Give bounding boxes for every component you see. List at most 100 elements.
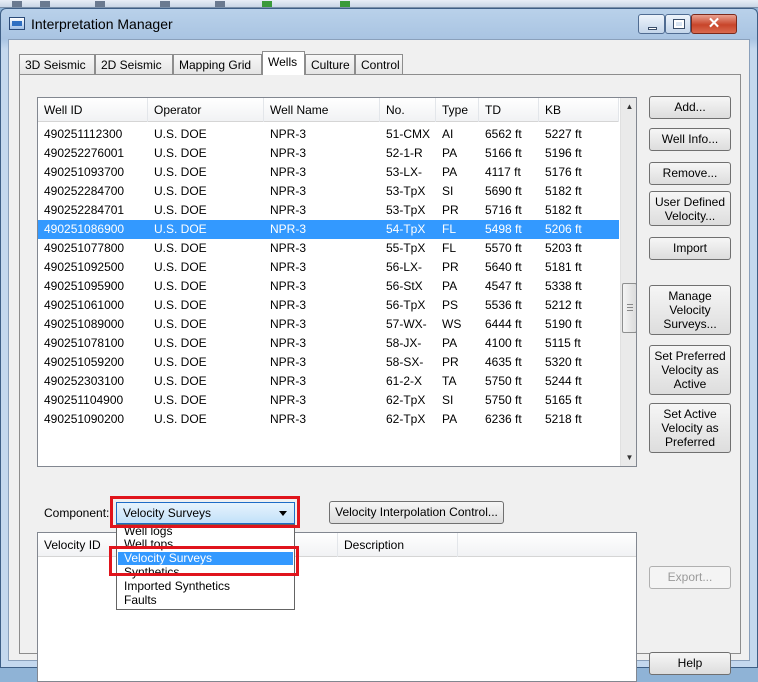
cell-kb: 5244 ft <box>545 374 582 388</box>
component-dropdown-list[interactable]: Well logs Well tops Velocity Surveys Syn… <box>116 524 295 610</box>
wells-list-view[interactable]: Well ID Operator Well Name No. Type TD K… <box>37 97 637 467</box>
cell-td: 5640 ft <box>485 260 522 274</box>
option-imported-synthetics[interactable]: Imported Synthetics <box>118 580 293 593</box>
maximize-button[interactable] <box>665 14 691 34</box>
close-button[interactable]: ✕ <box>691 14 737 34</box>
table-row[interactable]: 490251095900 U.S. DOE NPR-3 56-StX PA 4547 ft… <box>38 277 619 296</box>
cell-td: 4547 ft <box>485 279 522 293</box>
cell-well-id: 490251092500 <box>44 260 125 274</box>
scroll-down-icon[interactable]: ▼ <box>621 449 636 466</box>
cell-type: PA <box>442 336 458 350</box>
import-button[interactable]: Import <box>649 237 731 260</box>
cell-operator: U.S. DOE <box>154 203 207 217</box>
button-line: Velocity as <box>661 363 719 377</box>
table-row[interactable]: 490251089000 U.S. DOE NPR-3 57-WX- WS 6444 ft… <box>38 315 619 334</box>
cell-well-name: NPR-3 <box>270 260 307 274</box>
column-header-type[interactable]: Type <box>436 98 479 122</box>
cell-type: PR <box>442 355 459 369</box>
table-row[interactable]: 490251104900 U.S. DOE NPR-3 62-TpX SI 5750 ft… <box>38 391 619 410</box>
column-header-well-id[interactable]: Well ID <box>38 98 148 122</box>
set-preferred-velocity-as-active-button[interactable]: Set Preferred Velocity as Active <box>649 345 731 395</box>
tab-3d-seismic[interactable]: 3D Seismic <box>19 54 95 74</box>
tab-mapping-grid[interactable]: Mapping Grid <box>173 54 262 74</box>
cell-td: 4117 ft <box>485 165 521 179</box>
cell-operator: U.S. DOE <box>154 393 207 407</box>
cell-kb: 5182 ft <box>545 184 582 198</box>
table-row[interactable]: 490251093700 U.S. DOE NPR-3 53-LX- PA 4117 ft… <box>38 163 619 182</box>
cell-operator: U.S. DOE <box>154 241 207 255</box>
chevron-down-icon[interactable] <box>279 511 287 516</box>
tab-culture[interactable]: Culture <box>305 54 355 74</box>
manage-velocity-surveys-button[interactable]: Manage Velocity Surveys... <box>649 285 731 335</box>
wells-list-header: Well ID Operator Well Name No. Type TD K… <box>38 98 619 122</box>
button-line: Velocity as <box>661 421 719 435</box>
option-synthetics[interactable]: Synthetics <box>118 566 293 579</box>
column-header-well-name[interactable]: Well Name <box>264 98 380 122</box>
cell-well-name: NPR-3 <box>270 203 307 217</box>
cell-no: 52-1-R <box>386 146 423 160</box>
cell-kb: 5182 ft <box>545 203 582 217</box>
table-row[interactable]: 490251090200 U.S. DOE NPR-3 62-TpX PA 6236 ft… <box>38 410 619 429</box>
tab-control[interactable]: Control <box>355 54 403 74</box>
user-defined-velocity-button[interactable]: User Defined Velocity... <box>649 191 731 226</box>
minimize-button[interactable] <box>638 14 665 34</box>
table-row[interactable]: 490251086900 U.S. DOE NPR-3 54-TpX FL 5498 ft… <box>38 220 619 239</box>
well-info-button[interactable]: Well Info... <box>649 128 731 151</box>
cell-no: 61-2-X <box>386 374 423 388</box>
table-row[interactable]: 490251061000 U.S. DOE NPR-3 56-TpX PS 5536 ft… <box>38 296 619 315</box>
column-header-description[interactable]: Description <box>338 533 458 557</box>
cell-type: PA <box>442 279 458 293</box>
cell-operator: U.S. DOE <box>154 412 207 426</box>
option-velocity-surveys[interactable]: Velocity Surveys <box>118 552 293 565</box>
cell-no: 53-TpX <box>386 184 426 198</box>
column-header-kb[interactable]: KB <box>539 98 619 122</box>
cell-operator: U.S. DOE <box>154 184 207 198</box>
button-line: Velocity <box>669 303 711 317</box>
cell-operator: U.S. DOE <box>154 127 207 141</box>
cell-no: 56-TpX <box>386 298 426 312</box>
scrollbar-thumb[interactable] <box>622 283 636 333</box>
velocity-interpolation-control-button[interactable]: Velocity Interpolation Control... <box>329 501 504 524</box>
set-active-velocity-as-preferred-button[interactable]: Set Active Velocity as Preferred <box>649 403 731 453</box>
cell-type: TA <box>442 374 457 388</box>
cell-well-id: 490252284700 <box>44 184 125 198</box>
cell-well-id: 490252284701 <box>44 203 125 217</box>
option-faults[interactable]: Faults <box>118 594 293 607</box>
title-bar[interactable]: Interpretation Manager ✕ <box>1 9 757 39</box>
add-button[interactable]: Add... <box>649 96 731 119</box>
tab-wells[interactable]: Wells <box>262 51 305 75</box>
scroll-up-icon[interactable]: ▲ <box>621 98 636 115</box>
column-header-no[interactable]: No. <box>380 98 436 122</box>
option-well-tops[interactable]: Well tops <box>118 538 293 551</box>
tab-2d-seismic[interactable]: 2D Seismic <box>95 54 173 74</box>
remove-button[interactable]: Remove... <box>649 162 731 185</box>
cell-kb: 5218 ft <box>545 412 582 426</box>
table-row[interactable]: 490252284700 U.S. DOE NPR-3 53-TpX SI 5690 ft… <box>38 182 619 201</box>
export-button[interactable]: Export... <box>649 566 731 589</box>
close-icon: ✕ <box>707 15 721 32</box>
cell-type: WS <box>442 317 462 331</box>
cell-no: 53-TpX <box>386 203 426 217</box>
button-line: User Defined <box>654 195 726 209</box>
cell-type: FL <box>442 241 457 255</box>
table-row[interactable]: 490252284701 U.S. DOE NPR-3 53-TpX PR 5716 ft… <box>38 201 619 220</box>
table-row[interactable]: 490251112300 U.S. DOE NPR-3 51-CMX AI 6562 ft… <box>38 125 619 144</box>
table-row[interactable]: 490252276001 U.S. DOE NPR-3 52-1-R PA 5166 ft… <box>38 144 619 163</box>
cell-well-id: 490251093700 <box>44 165 125 179</box>
cell-type: PA <box>442 146 458 160</box>
component-select[interactable]: Velocity Surveys <box>116 502 295 524</box>
column-header-operator[interactable]: Operator <box>148 98 264 122</box>
cell-well-id: 490252303100 <box>44 374 125 388</box>
wells-list-scrollbar[interactable]: ▲ ▼ <box>620 98 636 466</box>
cell-kb: 5115 ft <box>545 336 581 350</box>
button-line: Active <box>673 377 707 391</box>
table-row[interactable]: 490251078100 U.S. DOE NPR-3 58-JX- PA 4100 ft… <box>38 334 619 353</box>
table-row[interactable]: 490251077800 U.S. DOE NPR-3 55-TpX FL 5570 ft… <box>38 239 619 258</box>
column-header-td[interactable]: TD <box>479 98 539 122</box>
table-row[interactable]: 490251059200 U.S. DOE NPR-3 58-SX- PR 4635 ft… <box>38 353 619 372</box>
table-row[interactable]: 490251092500 U.S. DOE NPR-3 56-LX- PR 5640 ft… <box>38 258 619 277</box>
help-button[interactable]: Help <box>649 652 731 675</box>
cell-td: 5570 ft <box>485 241 522 255</box>
table-row[interactable]: 490252303100 U.S. DOE NPR-3 61-2-X TA 5750 ft… <box>38 372 619 391</box>
cell-well-name: NPR-3 <box>270 355 307 369</box>
